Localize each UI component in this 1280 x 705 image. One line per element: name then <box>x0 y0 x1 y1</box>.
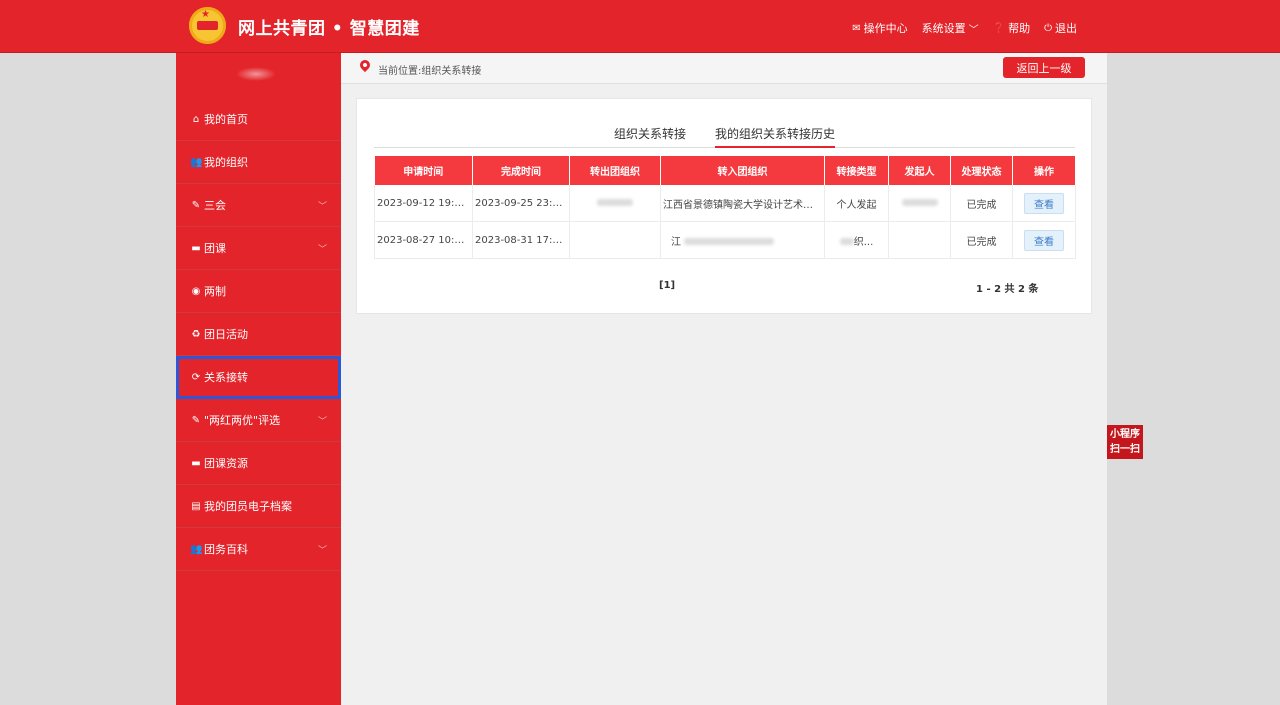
redacted-text <box>684 237 775 245</box>
users-icon: 👥 <box>190 156 203 168</box>
nav-help[interactable]: ❓ 帮助 <box>993 20 1030 36</box>
redacted-text <box>839 237 854 245</box>
cell-done-time: 2023-09-25 23:17:13 <box>472 185 570 222</box>
sidebar-item-relation-transfer[interactable]: ⟳ 关系接转 <box>176 356 341 399</box>
view-button[interactable]: 查看 <box>1024 192 1064 214</box>
sidebar-item-league-class[interactable]: ▬ 团课 ﹀ <box>176 227 341 270</box>
site-title: 网上共青团 • 智慧团建 <box>238 19 420 39</box>
refresh-icon: ⟳ <box>191 371 201 383</box>
cell-status: 已完成 <box>950 185 1013 222</box>
col-initiator: 发起人 <box>888 156 951 185</box>
table-row: 2023-09-12 19:04:30 2023-09-25 23:17:13 … <box>374 185 1076 222</box>
sidebar-item-league-day[interactable]: ♻ 团日活动 <box>176 313 341 356</box>
mini-program-badge[interactable]: 小程序 扫一扫 <box>1107 425 1143 459</box>
cell-transfer-type: 织... <box>824 221 889 259</box>
col-out-org: 转出团组织 <box>569 156 661 185</box>
cell-action: 查看 <box>1012 185 1076 222</box>
sidebar-item-member-archive[interactable]: ▤ 我的团员电子档案 <box>176 485 341 528</box>
col-action: 操作 <box>1012 156 1076 185</box>
sidebar-item-two-systems[interactable]: ◉ 两制 <box>176 270 341 313</box>
cell-transfer-type: 个人发起 <box>824 185 889 222</box>
col-apply-time: 申请时间 <box>374 156 473 185</box>
recycle-icon: ♻ <box>191 328 201 340</box>
col-status: 处理状态 <box>950 156 1013 185</box>
cell-action: 查看 <box>1012 221 1076 259</box>
breadcrumb: 当前位置:组织关系转接 返回上一级 <box>341 53 1107 84</box>
cell-status: 已完成 <box>950 221 1013 259</box>
question-icon: ❓ <box>992 22 1006 34</box>
sidebar: ⌂ 我的首页 👥 我的组织 ✎ 三会 ﹀ ▬ 团课 ﹀ ◉ 两制 ♻ 团日活动 … <box>176 53 341 705</box>
tab-bar: 组织关系转接 我的组织关系转接历史 <box>374 121 1075 148</box>
cell-apply-time: 2023-09-12 19:04:30 <box>374 185 473 222</box>
edit-icon: ✎ <box>191 414 201 426</box>
sidebar-menu: ⌂ 我的首页 👥 我的组织 ✎ 三会 ﹀ ▬ 团课 ﹀ ◉ 两制 ♻ 团日活动 … <box>176 98 341 571</box>
page-background-left <box>0 53 176 705</box>
cell-apply-time: 2023-08-27 10:39:16 <box>374 221 473 259</box>
table-header-row: 申请时间 完成时间 转出团组织 转入团组织 转接类型 发起人 处理状态 操作 <box>374 156 1076 185</box>
cell-initiator <box>888 221 951 259</box>
home-icon: ⌂ <box>192 113 200 125</box>
col-in-org: 转入团组织 <box>660 156 825 185</box>
envelope-icon: ✉ <box>852 22 861 34</box>
top-nav: ✉ 操作中心 系统设置 ﹀ ❓ 帮助 ⏻ 退出 <box>852 20 1077 36</box>
transfer-history-table: 申请时间 完成时间 转出团组织 转入团组织 转接类型 发起人 处理状态 操作 2… <box>374 156 1076 259</box>
col-transfer-type: 转接类型 <box>824 156 889 185</box>
sidebar-item-my-org[interactable]: 👥 我的组织 <box>176 141 341 184</box>
nav-operation-center[interactable]: ✉ 操作中心 <box>852 20 907 36</box>
sidebar-item-class-resources[interactable]: ▬ 团课资源 <box>176 442 341 485</box>
breadcrumb-text: 当前位置:组织关系转接 <box>378 66 482 77</box>
league-logo-icon: ★ <box>189 7 226 44</box>
page-background-right <box>1107 53 1280 705</box>
chevron-down-icon: ﹀ <box>317 202 327 212</box>
cell-initiator <box>888 185 951 222</box>
users-icon: 👥 <box>190 543 203 555</box>
cell-in-org: 江西省景德镇陶瓷大学设计艺术学... <box>660 185 825 222</box>
cell-in-org: 江 <box>660 221 825 259</box>
folder-icon: ▬ <box>191 242 201 254</box>
pagination-pages[interactable]: [1] <box>659 280 675 291</box>
nav-system-settings[interactable]: 系统设置 ﹀ <box>922 20 979 36</box>
dot-circle-icon: ◉ <box>191 285 201 297</box>
sidebar-item-home[interactable]: ⌂ 我的首页 <box>176 98 341 141</box>
main-content: 当前位置:组织关系转接 返回上一级 组织关系转接 我的组织关系转接历史 申请时间… <box>341 53 1107 705</box>
chevron-down-icon: ﹀ <box>317 245 327 255</box>
location-pin-icon <box>357 57 373 73</box>
edit-icon: ✎ <box>191 199 201 211</box>
nav-logout[interactable]: ⏻ 退出 <box>1044 20 1077 36</box>
file-icon: ▤ <box>191 500 201 512</box>
view-button[interactable]: 查看 <box>1024 229 1064 251</box>
sidebar-item-three-meetings[interactable]: ✎ 三会 ﹀ <box>176 184 341 227</box>
tab-org-transfer[interactable]: 组织关系转接 <box>614 125 686 146</box>
tab-transfer-history[interactable]: 我的组织关系转接历史 <box>715 125 836 148</box>
pagination-count: 1 - 2 共 2 条 <box>976 284 1039 295</box>
transfer-history-panel: 组织关系转接 我的组织关系转接历史 申请时间 完成时间 转出团组织 转入团组织 … <box>356 98 1092 314</box>
table-row: 2023-08-27 10:39:16 2023-08-31 17:17:20 … <box>374 221 1076 259</box>
cell-out-org <box>569 221 661 259</box>
chevron-down-icon: ﹀ <box>968 24 979 36</box>
redacted-text <box>901 198 938 206</box>
chevron-down-icon: ﹀ <box>317 546 327 556</box>
sidebar-item-two-red-two-excellent[interactable]: ✎ "两红两优"评选 ﹀ <box>176 399 341 442</box>
cell-done-time: 2023-08-31 17:17:20 <box>472 221 570 259</box>
chevron-down-icon: ﹀ <box>317 417 327 427</box>
folder-icon: ▬ <box>191 457 201 469</box>
cell-out-org <box>569 185 661 222</box>
top-header: ★ 网上共青团 • 智慧团建 ✉ 操作中心 系统设置 ﹀ ❓ 帮助 ⏻ 退出 <box>0 0 1280 53</box>
redacted-text <box>597 198 633 206</box>
avatar <box>236 67 276 81</box>
col-done-time: 完成时间 <box>472 156 570 185</box>
back-button[interactable]: 返回上一级 <box>1003 57 1085 78</box>
sidebar-item-league-wiki[interactable]: 👥 团务百科 ﹀ <box>176 528 341 571</box>
power-icon: ⏻ <box>1044 22 1052 34</box>
